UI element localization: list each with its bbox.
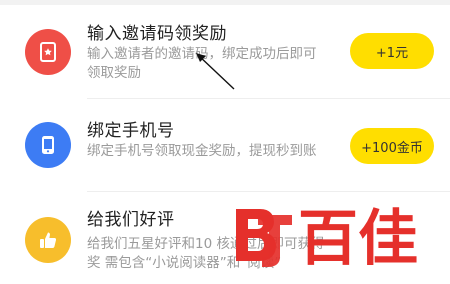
watermark-logo: 百佳 <box>236 204 418 269</box>
reward-button[interactable]: +1元 <box>350 33 434 69</box>
cursor-arrow-icon <box>196 53 235 90</box>
task-title: 输入邀请码领奖励 <box>87 24 227 44</box>
red-envelope-icon <box>25 29 71 75</box>
task-row-invite-code[interactable]: 输入邀请码领奖励 输入邀请者的邀请码，绑定成功后即可领取奖励 +1元 <box>0 5 450 98</box>
row-divider <box>87 98 450 99</box>
row-divider <box>87 191 450 192</box>
phone-icon <box>25 122 71 168</box>
task-row-bind-phone[interactable]: 绑定手机号 绑定手机号领取现金奖励，提现秒到账 +100金币 <box>0 98 450 191</box>
task-title: 绑定手机号 <box>87 121 175 141</box>
task-title: 给我们好评 <box>87 210 175 230</box>
thumbs-up-icon <box>25 217 71 263</box>
reward-button[interactable]: +100金币 <box>350 128 434 164</box>
task-description: 绑定手机号领取现金奖励，提现秒到账 <box>87 143 317 159</box>
watermark-text: 百佳 <box>298 204 418 269</box>
